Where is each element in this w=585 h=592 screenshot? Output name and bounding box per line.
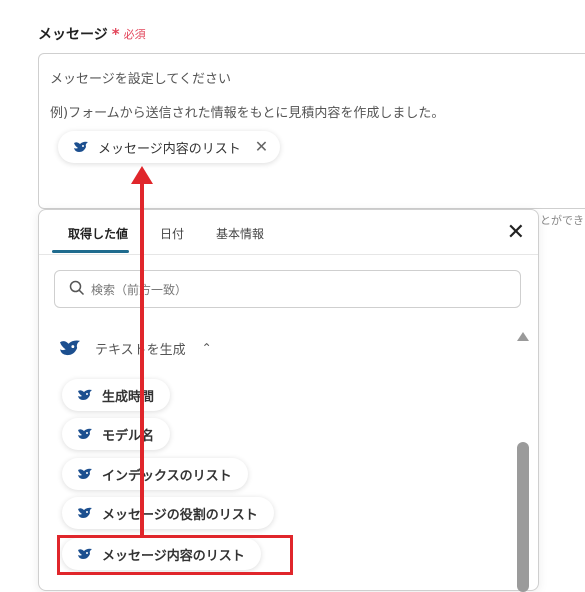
scrollbar-thumb[interactable] bbox=[517, 442, 529, 592]
list-item-model-name[interactable]: モデル名 bbox=[62, 418, 171, 450]
required-star: * bbox=[111, 25, 120, 43]
list-item-label: メッセージの役割のリスト bbox=[102, 507, 258, 523]
whale-icon bbox=[76, 388, 94, 402]
search-input[interactable]: 検索（前方一致） bbox=[54, 270, 521, 308]
close-icon[interactable]: ✕ bbox=[255, 139, 268, 155]
required-text: 必須 bbox=[123, 28, 146, 41]
truncated-help-text: とができま bbox=[540, 214, 585, 227]
search-placeholder: 検索（前方一致） bbox=[91, 282, 188, 297]
whale-icon bbox=[57, 338, 83, 358]
field-label: メッセージ * 必須 bbox=[38, 24, 146, 44]
close-icon[interactable]: ✕ bbox=[507, 222, 525, 244]
field-label-text: メッセージ bbox=[38, 27, 108, 43]
tab-date[interactable]: 日付 bbox=[160, 225, 184, 242]
list-item-generation-time[interactable]: 生成時間 bbox=[62, 379, 171, 411]
list-item-label: インデックスのリスト bbox=[102, 468, 232, 484]
tab-bar: 取得した値 日付 基本情報 ✕ bbox=[39, 210, 538, 255]
list-item-label: モデル名 bbox=[102, 428, 155, 444]
group-header-text-generation[interactable]: テキストを生成 ⌃ bbox=[57, 338, 212, 358]
placeholder-line-2: 例)フォームから送信された情報をもとに見積内容を作成しました。 bbox=[50, 106, 445, 121]
inserted-chip-label: メッセージ内容のリスト bbox=[98, 141, 241, 157]
chevron-up-icon: ⌃ bbox=[201, 341, 212, 355]
scrollbar[interactable] bbox=[516, 332, 530, 592]
list-item-label: 生成時間 bbox=[102, 389, 155, 405]
whale-icon bbox=[76, 467, 94, 481]
annotation-arrow-head bbox=[131, 166, 153, 184]
placeholder-line-1: メッセージを設定してください bbox=[50, 72, 231, 87]
active-tab-indicator bbox=[52, 250, 129, 253]
tab-basic-info[interactable]: 基本情報 bbox=[216, 225, 264, 242]
annotation-arrow-shaft bbox=[140, 182, 144, 537]
list-item-message-role-list[interactable]: メッセージの役割のリスト bbox=[62, 497, 274, 529]
message-editor[interactable]: メッセージを設定してください 例)フォームから送信された情報をもとに見積内容を作… bbox=[38, 53, 585, 209]
whale-icon bbox=[76, 427, 94, 441]
scroll-up-arrow-icon[interactable] bbox=[517, 332, 529, 341]
highlight-annotation-box bbox=[57, 535, 293, 575]
tab-obtained-values[interactable]: 取得した値 bbox=[68, 225, 128, 242]
whale-icon bbox=[72, 140, 90, 154]
whale-icon bbox=[76, 506, 94, 520]
search-icon bbox=[69, 280, 85, 299]
list-item-index-list[interactable]: インデックスのリスト bbox=[62, 458, 248, 490]
inserted-value-chip[interactable]: メッセージ内容のリスト ✕ bbox=[58, 131, 281, 163]
